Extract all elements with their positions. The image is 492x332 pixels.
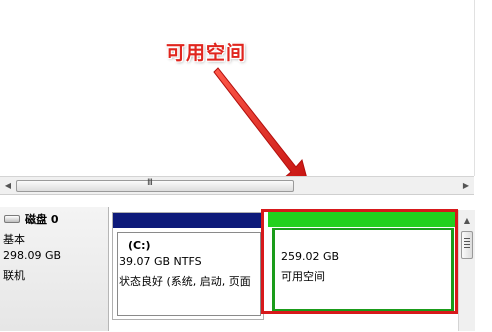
right-arrow-icon[interactable]: ▶: [458, 177, 474, 194]
up-arrow-icon[interactable]: ▲: [459, 216, 475, 228]
partition-c-body[interactable]: (C:) 39.07 GB NTFS 状态良好 (系统, 启动, 页面: [117, 232, 261, 316]
partition-c-size: 39.07 GB NTFS: [119, 255, 202, 268]
disk-size: 298.09 GB: [3, 249, 62, 262]
disk-name: 磁盘 0: [25, 213, 59, 226]
vertical-scrollbar[interactable]: ▲: [458, 210, 475, 331]
volume-list-scroll-area: [475, 0, 492, 176]
vertical-scroll-thumb[interactable]: [461, 231, 473, 259]
scroll-grip: III: [147, 178, 153, 188]
horizontal-scroll-thumb[interactable]: III: [16, 178, 294, 192]
disk-info-panel[interactable]: 磁盘 0 基本 298.09 GB 联机: [0, 207, 109, 331]
annotation-label: 可用空间: [166, 42, 247, 64]
disk-type: 基本: [3, 233, 25, 246]
disk-status: 联机: [3, 269, 25, 282]
partition-c-status: 状态良好 (系统, 启动, 页面: [119, 275, 251, 288]
partition-c[interactable]: (C:) 39.07 GB NTFS 状态良好 (系统, 启动, 页面: [112, 212, 264, 320]
horizontal-scrollbar[interactable]: ◀ III ▶: [0, 176, 474, 194]
highlight-box: [261, 209, 458, 314]
volume-list-pane: [0, 0, 474, 176]
partition-c-bar: [113, 213, 263, 228]
partition-c-name: (C:): [128, 239, 151, 252]
scroll-grip-icon: [464, 238, 470, 249]
disk-icon: [4, 215, 20, 223]
left-arrow-icon[interactable]: ◀: [0, 177, 16, 194]
